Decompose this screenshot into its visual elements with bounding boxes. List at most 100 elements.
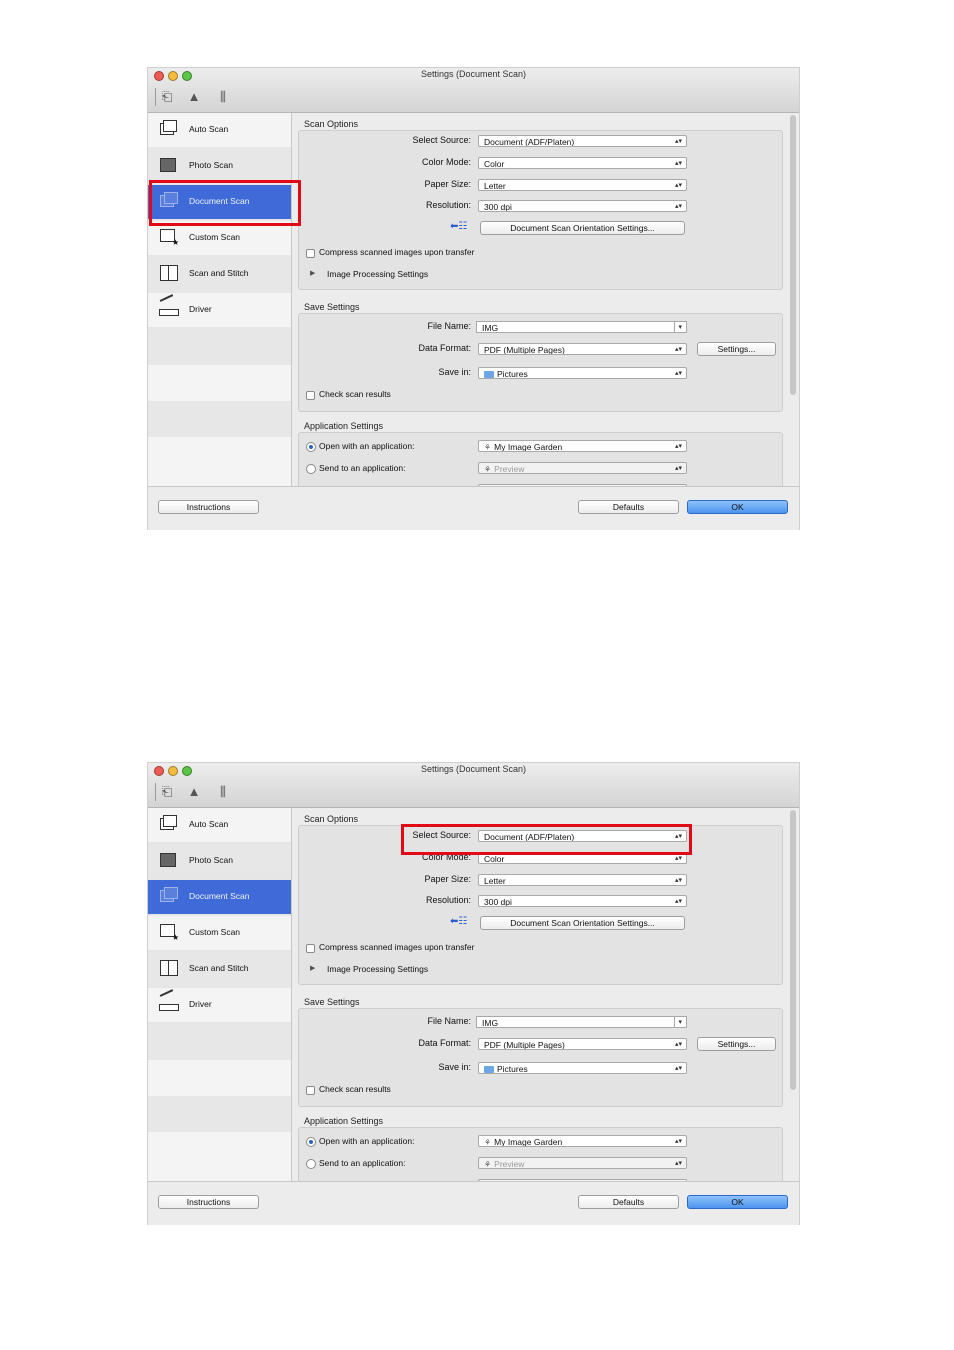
open-app-radio[interactable] xyxy=(306,1137,316,1147)
ok-button[interactable]: OK xyxy=(687,500,788,514)
sidebar-custom-scan[interactable]: ★ Custom Scan xyxy=(148,221,291,255)
toolbar-divider xyxy=(155,88,156,106)
ok-button[interactable]: OK xyxy=(687,1195,788,1209)
highlight-select-source xyxy=(401,824,692,855)
send-app-radio[interactable] xyxy=(306,464,316,474)
save-in-label: Save in: xyxy=(438,367,471,377)
sidebar-document-scan[interactable]: Document Scan xyxy=(148,880,291,914)
open-app-radio[interactable] xyxy=(306,442,316,452)
combobox-dropdown-icon[interactable]: ▾ xyxy=(674,322,682,332)
save-in-value: Pictures xyxy=(497,1064,528,1074)
image-garden-icon: ⚘ xyxy=(484,1138,492,1147)
sidebar-custom-scan[interactable]: ★ Custom Scan xyxy=(148,916,291,950)
defaults-button[interactable]: Defaults xyxy=(578,500,679,514)
photo-scan-icon xyxy=(158,850,178,870)
send-app-label: Send to an application: xyxy=(319,463,406,473)
select-source-popup[interactable]: Document (ADF/Platen) ▴▾ xyxy=(478,135,687,147)
disclosure-triangle-icon[interactable]: ▶ xyxy=(310,269,315,277)
orientation-settings-button[interactable]: Document Scan Orientation Settings... xyxy=(480,221,685,235)
vertical-scrollbar[interactable] xyxy=(790,810,796,1090)
sidebar-label: Auto Scan xyxy=(189,819,229,829)
sidebar-label: Scan and Stitch xyxy=(189,268,249,278)
data-format-popup[interactable]: PDF (Multiple Pages) ▴▾ xyxy=(478,343,687,355)
compress-label: Compress scanned images upon transfer xyxy=(319,942,475,952)
open-app-popup[interactable]: ⚘ My Image Garden ▴▾ xyxy=(478,1135,687,1147)
orientation-settings-button[interactable]: Document Scan Orientation Settings... xyxy=(480,916,685,930)
save-in-value: Pictures xyxy=(497,369,528,379)
file-name-combobox[interactable]: IMG ▾ xyxy=(476,321,687,333)
scan-from-computer-icon[interactable]: ⎗ xyxy=(158,88,176,106)
save-in-popup[interactable]: Pictures ▴▾ xyxy=(478,367,687,379)
scan-and-stitch-icon xyxy=(158,263,178,283)
popup-arrows-icon: ▴▾ xyxy=(674,370,682,377)
combobox-dropdown-icon[interactable]: ▾ xyxy=(674,1017,682,1027)
scan-from-operation-panel-icon[interactable]: ▲ xyxy=(185,783,203,801)
sidebar-empty-row xyxy=(148,1060,291,1096)
paper-size-popup[interactable]: Letter ▴▾ xyxy=(478,874,687,886)
sidebar-label: Scan and Stitch xyxy=(189,963,249,973)
scan-from-operation-panel-icon[interactable]: ▲ xyxy=(185,88,203,106)
sidebar-photo-scan[interactable]: Photo Scan xyxy=(148,149,291,183)
sidebar-empty-row xyxy=(148,329,291,365)
document-scan-icon xyxy=(158,886,178,906)
resolution-popup[interactable]: 300 dpi ▴▾ xyxy=(478,200,687,212)
open-app-popup[interactable]: ⚘ My Image Garden ▴▾ xyxy=(478,440,687,452)
scan-from-computer-icon[interactable]: ⎗ xyxy=(158,783,176,801)
open-app-label: Open with an application: xyxy=(319,441,415,451)
paper-size-value: Letter xyxy=(484,181,506,191)
auto-scan-icon xyxy=(158,814,178,834)
sidebar-auto-scan[interactable]: Auto Scan xyxy=(148,113,291,147)
check-results-checkbox[interactable] xyxy=(306,1086,315,1095)
save-settings-group: File Name: IMG ▾ Data Format: PDF (Multip… xyxy=(298,1008,783,1107)
send-app-value: Preview xyxy=(494,1159,525,1169)
sidebar-driver[interactable]: Driver xyxy=(148,293,291,327)
popup-arrows-icon: ▴▾ xyxy=(674,138,682,145)
window-footer: Instructions Defaults OK xyxy=(148,1181,799,1225)
save-in-label: Save in: xyxy=(438,1062,471,1072)
disclosure-triangle-icon[interactable]: ▶ xyxy=(310,964,315,972)
save-in-popup[interactable]: Pictures ▴▾ xyxy=(478,1062,687,1074)
sidebar-scan-and-stitch[interactable]: Scan and Stitch xyxy=(148,952,291,986)
compress-checkbox[interactable] xyxy=(306,249,315,258)
select-source-value: Document (ADF/Platen) xyxy=(484,137,575,147)
file-name-combobox[interactable]: IMG ▾ xyxy=(476,1016,687,1028)
sidebar-driver[interactable]: Driver xyxy=(148,988,291,1022)
compress-label: Compress scanned images upon transfer xyxy=(319,247,475,257)
data-format-label: Data Format: xyxy=(418,1038,471,1048)
sidebar-label: Auto Scan xyxy=(189,124,229,134)
vertical-scrollbar[interactable] xyxy=(790,115,796,395)
image-garden-icon: ⚘ xyxy=(484,443,492,452)
color-mode-popup[interactable]: Color ▴▾ xyxy=(478,157,687,169)
file-name-label: File Name: xyxy=(427,321,471,331)
instructions-button[interactable]: Instructions xyxy=(158,1195,259,1209)
general-settings-icon[interactable]: ⫼ xyxy=(214,88,232,106)
general-settings-icon[interactable]: ⫼ xyxy=(214,783,232,801)
save-settings-button[interactable]: Settings... xyxy=(697,1037,776,1051)
folder-icon xyxy=(484,1066,494,1073)
popup-arrows-icon: ▴▾ xyxy=(674,346,682,353)
popup-arrows-icon: ▴▾ xyxy=(674,160,682,167)
paper-size-popup[interactable]: Letter ▴▾ xyxy=(478,179,687,191)
sidebar-photo-scan[interactable]: Photo Scan xyxy=(148,844,291,878)
color-mode-value: Color xyxy=(484,854,505,864)
save-settings-button[interactable]: Settings... xyxy=(697,342,776,356)
sidebar-scan-and-stitch[interactable]: Scan and Stitch xyxy=(148,257,291,291)
sidebar-empty-row xyxy=(148,437,291,486)
open-app-value: My Image Garden xyxy=(494,442,563,452)
check-results-label: Check scan results xyxy=(319,389,391,399)
image-processing-label[interactable]: Image Processing Settings xyxy=(327,269,428,279)
sidebar-label: Photo Scan xyxy=(189,855,233,865)
open-app-value: My Image Garden xyxy=(494,1137,563,1147)
check-results-checkbox[interactable] xyxy=(306,391,315,400)
image-processing-label[interactable]: Image Processing Settings xyxy=(327,964,428,974)
defaults-button[interactable]: Defaults xyxy=(578,1195,679,1209)
resolution-popup[interactable]: 300 dpi ▴▾ xyxy=(478,895,687,907)
instructions-button[interactable]: Instructions xyxy=(158,500,259,514)
compress-checkbox[interactable] xyxy=(306,944,315,953)
data-format-value: PDF (Multiple Pages) xyxy=(484,1040,565,1050)
data-format-popup[interactable]: PDF (Multiple Pages) ▴▾ xyxy=(478,1038,687,1050)
open-app-label: Open with an application: xyxy=(319,1136,415,1146)
settings-window: Settings (Document Scan) ⎗ ▲ ⫼ Auto Scan… xyxy=(148,68,799,530)
send-app-radio[interactable] xyxy=(306,1159,316,1169)
sidebar-auto-scan[interactable]: Auto Scan xyxy=(148,808,291,842)
